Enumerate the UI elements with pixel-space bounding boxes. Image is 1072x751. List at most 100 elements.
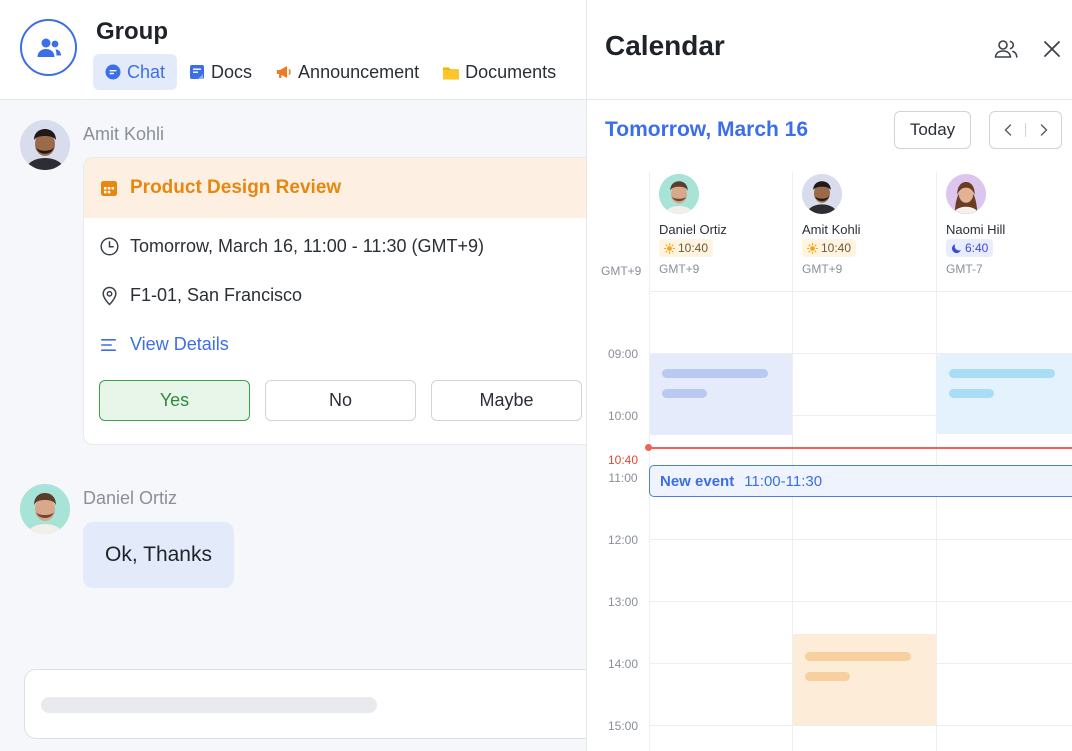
participants-button[interactable] xyxy=(993,36,1019,62)
event-header: Product Design Review xyxy=(84,158,586,218)
close-button[interactable] xyxy=(1039,36,1065,62)
participant-timezone: GMT+9 xyxy=(659,262,700,276)
tab-documents-label: Documents xyxy=(465,61,557,82)
tab-chat-label: Chat xyxy=(127,61,166,82)
new-event-block[interactable]: New event 11:00-11:30 xyxy=(649,465,1072,497)
sender-name: Amit Kohli xyxy=(83,124,165,144)
avatar xyxy=(946,174,986,214)
next-day-button[interactable] xyxy=(1026,112,1061,148)
daniel-ortiz-avatar-image xyxy=(20,484,70,534)
participant-local-time: 10:40 xyxy=(802,239,857,257)
previous-day-button[interactable] xyxy=(990,112,1025,148)
group-tabs: Chat Docs Announcement Documents xyxy=(93,54,568,90)
message-bubble: Ok, Thanks xyxy=(83,522,234,588)
busy-block[interactable] xyxy=(793,634,936,725)
busy-placeholder-bar xyxy=(949,389,994,398)
participant-time-value: 6:40 xyxy=(965,241,989,255)
event-time-row: Tomorrow, March 16, 11:00 - 11:30 (GMT+9… xyxy=(100,236,484,257)
tab-chat[interactable]: Chat xyxy=(93,54,178,90)
calendar-event-icon xyxy=(101,181,117,196)
busy-placeholder-bar xyxy=(662,389,707,398)
calendar-date-title: Tomorrow, March 16 xyxy=(605,118,809,141)
avatar xyxy=(802,174,842,214)
tab-docs[interactable]: Docs xyxy=(177,54,264,90)
participant-timezone: GMT+9 xyxy=(802,262,843,276)
hour-label: 10:00 xyxy=(607,409,639,423)
rsvp-maybe-button[interactable]: Maybe xyxy=(431,380,582,421)
busy-placeholder-bar xyxy=(805,652,911,661)
daniel-ortiz-avatar-image xyxy=(659,174,699,214)
event-location: F1-01, San Francisco xyxy=(130,285,303,305)
grid-row-line xyxy=(649,539,1072,540)
chevron-left-icon xyxy=(1003,124,1011,136)
tab-announcement[interactable]: Announcement xyxy=(264,54,431,90)
participant-name: Daniel Ortiz xyxy=(659,222,727,237)
calendar-header: Calendar xyxy=(587,0,1072,100)
chevron-right-icon xyxy=(1040,124,1048,136)
today-button[interactable]: Today xyxy=(894,111,971,149)
sun-icon xyxy=(807,242,818,254)
avatar[interactable] xyxy=(20,120,70,170)
avatar[interactable] xyxy=(20,484,70,534)
event-title: Product Design Review xyxy=(130,177,342,198)
rsvp-no-button[interactable]: No xyxy=(265,380,416,421)
folder-icon xyxy=(443,64,460,80)
moon-icon xyxy=(951,243,961,253)
view-details-label: View Details xyxy=(130,334,229,354)
hour-label: 11:00 xyxy=(608,471,638,485)
rsvp-yes-button[interactable]: Yes xyxy=(99,380,250,421)
group-avatar[interactable] xyxy=(20,19,77,76)
docs-icon xyxy=(189,64,205,80)
sun-icon xyxy=(664,242,675,254)
local-timezone-label: GMT+9 xyxy=(601,264,642,278)
message-composer[interactable] xyxy=(24,669,586,739)
participant-time-value: 10:40 xyxy=(821,241,852,255)
current-time-dot xyxy=(645,444,652,451)
new-event-time: 11:00-11:30 xyxy=(744,472,823,490)
hour-label: 15:00 xyxy=(607,719,639,733)
participant-name: Naomi Hill xyxy=(946,222,1006,237)
tab-announcement-label: Announcement xyxy=(298,61,420,82)
new-event-label: New event xyxy=(660,472,735,490)
participant-name: Amit Kohli xyxy=(802,222,861,237)
naomi-hill-avatar-image xyxy=(946,174,986,214)
clock-icon xyxy=(100,237,119,256)
chat-bubble-icon xyxy=(105,64,121,80)
chat-panel: Group Chat Docs Announcement Documents A… xyxy=(0,0,586,751)
grid-row-line xyxy=(649,601,1072,602)
tab-documents[interactable]: Documents xyxy=(431,54,568,90)
busy-placeholder-bar xyxy=(805,672,850,681)
location-pin-icon xyxy=(102,286,117,306)
grid-row-line xyxy=(649,291,1072,292)
composer-placeholder xyxy=(41,697,377,713)
busy-placeholder-bar xyxy=(662,369,768,378)
busy-placeholder-bar xyxy=(949,369,1055,378)
group-users-icon xyxy=(37,38,61,57)
participant-local-time: 10:40 xyxy=(659,239,714,257)
participants-icon xyxy=(994,40,1018,58)
event-location-row: F1-01, San Francisco xyxy=(100,285,302,306)
event-invite-card: Product Design Review Tomorrow, March 16… xyxy=(83,157,586,445)
hour-label: 09:00 xyxy=(607,347,639,361)
busy-block[interactable] xyxy=(937,354,1072,434)
busy-block[interactable] xyxy=(650,354,792,435)
chat-header: Group Chat Docs Announcement Documents xyxy=(0,0,586,100)
view-details-link[interactable]: View Details xyxy=(100,334,229,355)
tab-docs-label: Docs xyxy=(211,61,253,82)
group-title: Group xyxy=(96,18,168,45)
amit-kohli-avatar-image xyxy=(802,174,842,214)
hour-label: 14:00 xyxy=(607,657,639,671)
hour-label: 12:00 xyxy=(607,533,639,547)
date-navigation xyxy=(989,111,1062,149)
grid-column-line xyxy=(936,172,937,751)
current-time-line xyxy=(649,447,1072,449)
participant-local-time: 6:40 xyxy=(946,239,994,257)
participant-timezone: GMT-7 xyxy=(946,262,983,276)
participant-time-value: 10:40 xyxy=(678,241,709,255)
grid-row-line xyxy=(649,725,1072,726)
hour-label: 13:00 xyxy=(607,595,639,609)
avatar xyxy=(659,174,699,214)
grid-column-line xyxy=(649,172,650,751)
calendar-panel: Calendar Tomorrow, March 16 Today GMT+9 xyxy=(586,0,1072,751)
sender-name: Daniel Ortiz xyxy=(83,488,178,508)
